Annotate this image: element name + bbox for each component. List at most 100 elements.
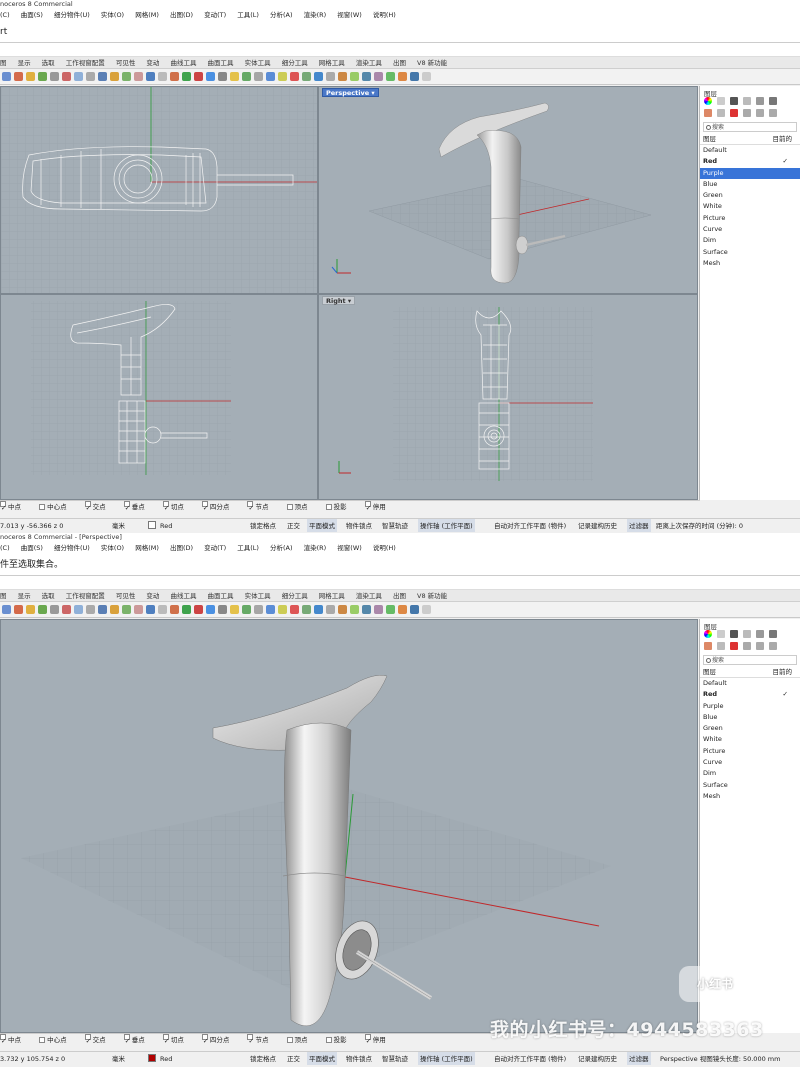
current-layer[interactable]: Red: [148, 519, 172, 532]
osnap-item[interactable]: ✓ 四分点: [201, 1034, 238, 1045]
layer-row-picture[interactable]: Picture: [700, 213, 800, 224]
new-layer-icon[interactable]: [704, 642, 712, 650]
layers-icon[interactable]: [717, 97, 725, 105]
tab[interactable]: 曲线工具: [170, 592, 196, 600]
layer-row-surface[interactable]: Surface: [700, 780, 800, 791]
layer-row-mesh[interactable]: Mesh: [700, 791, 800, 802]
toolbar-tool-icon[interactable]: [266, 72, 275, 81]
toolbar-tool-icon[interactable]: [218, 72, 227, 81]
menu-item[interactable]: 网格(M): [135, 544, 159, 552]
osnap-item[interactable]: ✓ 垂点: [123, 1034, 153, 1045]
toolbar-tool-icon[interactable]: [26, 605, 35, 614]
menu-item[interactable]: 细分物件(U): [54, 544, 90, 552]
toolbar-tool-icon[interactable]: [38, 605, 47, 614]
properties-icon[interactable]: [743, 97, 751, 105]
toolbar-tool-icon[interactable]: [266, 605, 275, 614]
toolbar-tool-icon[interactable]: [110, 605, 119, 614]
osnap-item[interactable]: 顶点: [286, 1036, 316, 1044]
toolbar-tool-icon[interactable]: [278, 72, 287, 81]
osnap-item[interactable]: ✓ 停用: [364, 501, 394, 512]
toolbar-tool-icon[interactable]: [242, 72, 251, 81]
toolbar-tool-icon[interactable]: [134, 605, 143, 614]
menu-item[interactable]: 曲面(S): [21, 11, 43, 19]
osnap-item[interactable]: ✓ 垂点: [123, 501, 153, 512]
osnap-item[interactable]: ✓ 切点: [162, 1034, 192, 1045]
osnap-toggle[interactable]: 物件锁点: [346, 1052, 372, 1065]
tab[interactable]: 出图: [393, 59, 406, 67]
toolbar-tool-icon[interactable]: [182, 72, 191, 81]
toolbar-tool-icon[interactable]: [98, 605, 107, 614]
osnap-item[interactable]: ✓ 中点: [0, 501, 29, 512]
toolbar-tool-icon[interactable]: [278, 605, 287, 614]
toolbar-tool-icon[interactable]: [314, 72, 323, 81]
move-up-icon[interactable]: [743, 642, 751, 650]
menu-item[interactable]: 网格(M): [135, 11, 159, 19]
toolbar-tool-icon[interactable]: [194, 605, 203, 614]
toolbar-tool-icon[interactable]: [158, 605, 167, 614]
tab[interactable]: 显示: [18, 59, 31, 67]
move-up-icon[interactable]: [743, 109, 751, 117]
menu-item[interactable]: 曲面(S): [21, 544, 43, 552]
tab[interactable]: 可见性: [116, 59, 136, 67]
tab[interactable]: 图: [0, 592, 7, 600]
help-icon[interactable]: [769, 97, 777, 105]
toolbar-tool-icon[interactable]: [50, 605, 59, 614]
layer-row-green[interactable]: Green: [700, 190, 800, 201]
layer-row-dim[interactable]: Dim: [700, 768, 800, 779]
viewport-right[interactable]: Right ▾: [318, 294, 698, 500]
layer-search-input[interactable]: 搜索: [703, 655, 797, 665]
toolbar-tool-icon[interactable]: [242, 605, 251, 614]
menu-item[interactable]: 变动(T): [204, 11, 226, 19]
menu-item[interactable]: 工具(L): [237, 11, 259, 19]
toolbar-tool-icon[interactable]: [134, 72, 143, 81]
viewport-front[interactable]: [0, 294, 318, 500]
tab[interactable]: 图: [0, 59, 7, 67]
toolbar-tool-icon[interactable]: [86, 72, 95, 81]
toolbar-tool-icon[interactable]: [254, 605, 263, 614]
tab[interactable]: 渲染工具: [356, 59, 382, 67]
ortho-toggle[interactable]: 正交: [287, 1052, 300, 1065]
layer-row-surface[interactable]: Surface: [700, 247, 800, 258]
toolbar-tool-icon[interactable]: [146, 72, 155, 81]
toolbar-tool-icon[interactable]: [314, 605, 323, 614]
tab[interactable]: 实体工具: [245, 59, 271, 67]
toolbar-tool-icon[interactable]: [386, 72, 395, 81]
tab[interactable]: 曲面工具: [208, 59, 234, 67]
color-wheel-icon[interactable]: [704, 630, 712, 638]
layer-row-blue[interactable]: Blue: [700, 712, 800, 723]
osnap-item[interactable]: 中心点: [39, 1036, 75, 1044]
move-down-icon[interactable]: [756, 109, 764, 117]
toolbar-tool-icon[interactable]: [350, 72, 359, 81]
layer-row-curve[interactable]: Curve: [700, 224, 800, 235]
layer-row-dim[interactable]: Dim: [700, 235, 800, 246]
command-input[interactable]: [0, 43, 800, 57]
tab[interactable]: 选取: [42, 59, 55, 67]
help-icon[interactable]: [769, 630, 777, 638]
delete-icon[interactable]: [730, 642, 738, 650]
toolbar-tool-icon[interactable]: [422, 605, 431, 614]
layer-row-purple[interactable]: Purple: [700, 701, 800, 712]
new-sublayer-icon[interactable]: [717, 109, 725, 117]
viewport-perspective-maximized[interactable]: [0, 619, 698, 1033]
osnap-item[interactable]: 顶点: [286, 503, 316, 511]
tab[interactable]: V8 新功能: [417, 59, 447, 67]
filter-icon[interactable]: [769, 642, 777, 650]
toolbar-tool-icon[interactable]: [206, 605, 215, 614]
osnap-item[interactable]: ✓ 节点: [247, 501, 276, 512]
toolbar-tool-icon[interactable]: [74, 605, 83, 614]
layer-search-input[interactable]: 搜索: [703, 122, 797, 132]
color-wheel-icon[interactable]: [704, 97, 712, 105]
history-toggle[interactable]: 记录建构历史: [578, 1052, 617, 1065]
toolbar-tool-icon[interactable]: [158, 72, 167, 81]
autocplane-toggle[interactable]: 自动对齐工作平面 (物件): [494, 519, 566, 532]
current-layer[interactable]: Red: [148, 1052, 172, 1065]
toolbar-tool-icon[interactable]: [398, 605, 407, 614]
tab[interactable]: 网格工具: [319, 59, 345, 67]
toolbar-tool-icon[interactable]: [218, 605, 227, 614]
tab[interactable]: 细分工具: [282, 592, 308, 600]
layer-row-default[interactable]: Default: [700, 145, 800, 156]
tab[interactable]: 工作视窗配置: [66, 59, 105, 67]
toolbar-tool-icon[interactable]: [302, 72, 311, 81]
toolbar-tool-icon[interactable]: [14, 605, 23, 614]
move-down-icon[interactable]: [756, 642, 764, 650]
